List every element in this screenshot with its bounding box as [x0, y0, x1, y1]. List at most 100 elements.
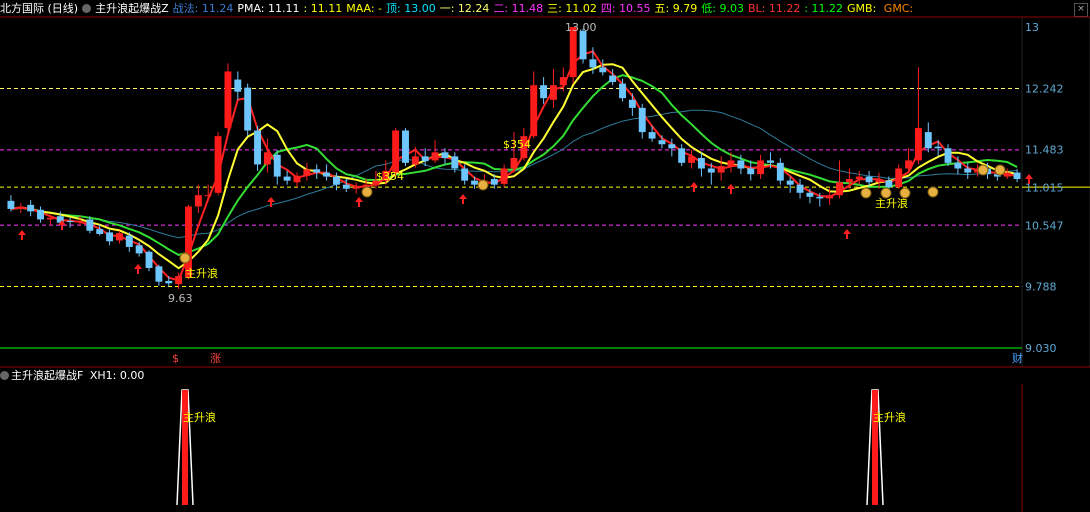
- candle-body: [924, 132, 932, 149]
- candle: [323, 164, 331, 181]
- chart-annotation: 9.63: [168, 292, 193, 305]
- candle-body: [944, 148, 952, 163]
- candle-body: [352, 187, 360, 189]
- y-tick-label: 11.015: [1025, 182, 1064, 195]
- candle-body: [767, 160, 774, 163]
- candle-body: [964, 168, 972, 173]
- candle-body: [96, 229, 104, 234]
- candle: [845, 168, 853, 189]
- candle-body: [688, 156, 696, 163]
- candle: [776, 157, 784, 185]
- candle-body: [263, 152, 271, 165]
- candle: [145, 250, 153, 272]
- coin-marker-icon: [994, 164, 1006, 176]
- candle-body: [392, 130, 400, 173]
- candle: [303, 162, 311, 181]
- y-tick-label: 10.547: [1025, 219, 1064, 232]
- candle-body: [855, 176, 863, 180]
- candle-body: [589, 59, 597, 68]
- candle-body: [471, 180, 478, 185]
- candle: [895, 164, 903, 189]
- candle-body: [115, 233, 123, 241]
- up-arrow-icon: [727, 184, 735, 194]
- candle: [855, 170, 863, 185]
- candle: [7, 195, 15, 212]
- candle: [352, 182, 360, 194]
- candle-body: [707, 168, 715, 173]
- candle-body: [1003, 172, 1011, 177]
- coin-marker-icon: [477, 179, 489, 191]
- candle-body: [757, 160, 765, 175]
- chart-annotation: 涨: [210, 352, 221, 365]
- candle-body: [86, 219, 94, 231]
- candle-body: [559, 77, 567, 86]
- candle-body: [125, 235, 133, 247]
- candle-body: [204, 195, 212, 197]
- up-arrow-icon: [843, 229, 851, 239]
- candle-body: [313, 169, 321, 173]
- price-chart[interactable]: 13 12.242 11.483 11.015 10.547 9.788 9.030 13.0…: [0, 0, 1090, 512]
- candle: [155, 264, 163, 286]
- candle: [550, 69, 557, 108]
- candle-body: [668, 144, 676, 149]
- candle-body: [234, 79, 242, 92]
- candle: [688, 149, 696, 169]
- coin-marker-icon: [927, 186, 939, 198]
- candle: [540, 77, 548, 104]
- candle-body: [332, 176, 340, 185]
- candle: [500, 164, 508, 188]
- candle-body: [875, 179, 883, 183]
- candle-body: [786, 180, 794, 185]
- candle-body: [678, 148, 686, 163]
- up-arrow-icon: [134, 264, 142, 274]
- candle-body: [816, 196, 824, 199]
- candle-body: [885, 180, 893, 188]
- candle-body: [293, 175, 301, 183]
- coin-marker-icon: [899, 187, 911, 199]
- candle-body: [550, 85, 557, 100]
- candle-body: [224, 71, 232, 129]
- candle-body: [619, 83, 626, 99]
- candle: [944, 144, 952, 167]
- candle-body: [194, 195, 202, 207]
- candle: [115, 230, 123, 244]
- candle-body: [737, 160, 745, 169]
- candle: [717, 156, 725, 181]
- candle: [224, 63, 232, 133]
- coin-marker-icon: [361, 186, 373, 198]
- candle-body: [254, 130, 261, 165]
- candle: [569, 27, 577, 84]
- chart-annotation: $354: [376, 170, 404, 183]
- candle: [66, 217, 74, 228]
- y-tick-label: 11.483: [1025, 144, 1064, 157]
- candle-body: [747, 168, 755, 175]
- candle-body: [579, 31, 587, 60]
- up-arrow-icon: [18, 230, 26, 240]
- candle-body: [66, 221, 74, 223]
- candle-body: [510, 157, 518, 169]
- candle-body: [599, 67, 607, 73]
- chart-annotation: $354: [503, 138, 531, 151]
- candle-body: [441, 152, 449, 158]
- y-tick-label: 13: [1025, 21, 1039, 34]
- coin-marker-icon: [860, 187, 872, 199]
- up-arrow-icon: [459, 194, 467, 204]
- candle: [431, 140, 439, 163]
- candle-body: [27, 204, 35, 212]
- ma-line-slow: [10, 109, 1018, 239]
- candle-body: [845, 179, 853, 183]
- candle-body: [648, 132, 656, 139]
- candle: [244, 83, 252, 137]
- candle-body: [244, 87, 252, 131]
- coin-marker-icon: [977, 164, 989, 176]
- candle: [1013, 169, 1021, 183]
- candle: [194, 184, 202, 213]
- candle-body: [155, 266, 163, 282]
- candle-body: [106, 232, 114, 242]
- candle-body: [638, 107, 646, 133]
- candle-body: [411, 156, 419, 165]
- candle: [273, 149, 281, 185]
- candle: [234, 71, 242, 100]
- candle-body: [697, 157, 705, 169]
- candle-body: [530, 85, 538, 137]
